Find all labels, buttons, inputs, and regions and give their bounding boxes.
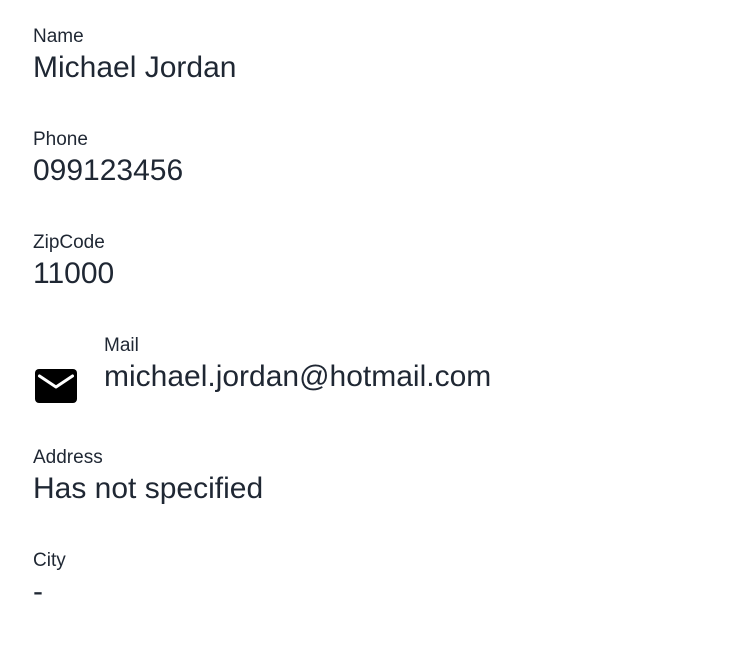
zipcode-label: ZipCode [33,232,105,253]
address-value: Has not specified [33,472,264,505]
phone-value[interactable]: 099123456 [33,153,183,189]
phone-label: Phone [33,129,88,150]
city-field: City - [33,550,66,610]
name-value: Michael Jordan [33,51,237,84]
city-value: - [33,575,43,608]
mail-value[interactable]: michael.jordan@hotmail.com [104,359,491,395]
mail-label: Mail [104,335,139,356]
mail-icon[interactable] [35,369,77,403]
name-label: Name [33,26,84,47]
name-field: Name Michael Jordan [33,26,236,86]
phone-field: Phone 099123456 [33,129,183,189]
zipcode-value: 11000 [33,257,115,290]
mail-field: Mail michael.jordan@hotmail.com [104,335,491,395]
address-field: Address Has not specified [33,447,263,507]
zipcode-field: ZipCode 11000 [33,232,114,292]
city-label: City [33,550,66,571]
contact-details: Name Michael Jordan Phone 099123456 ZipC… [0,0,750,665]
address-label: Address [33,447,103,468]
